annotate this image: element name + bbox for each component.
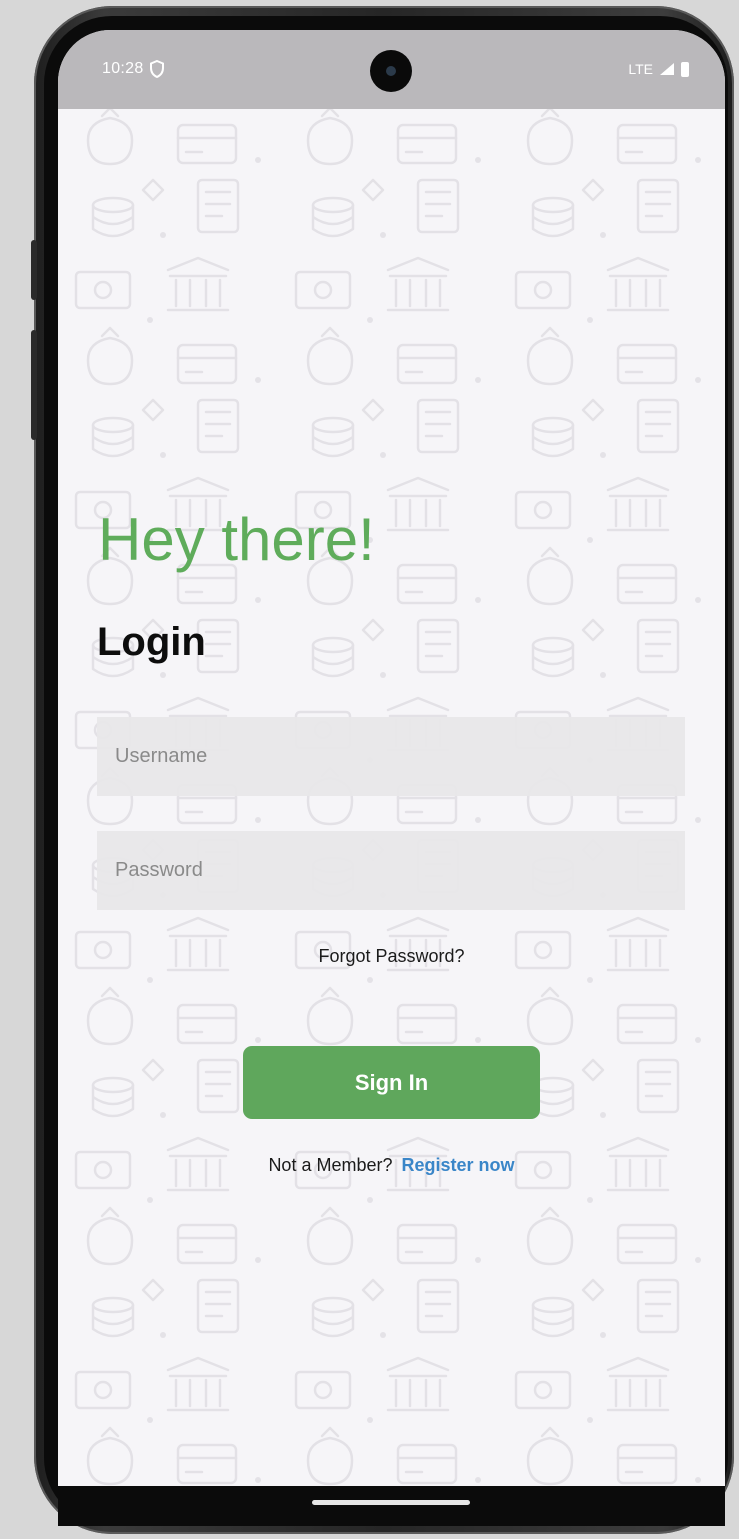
register-row: Not a Member? Register now (58, 1155, 725, 1176)
camera-lens (386, 66, 396, 76)
volume-button (31, 330, 37, 440)
login-title: Login (97, 620, 206, 664)
status-indicators: LTE (628, 60, 689, 78)
greeting-heading: Hey there! (98, 506, 375, 573)
forgot-password-link[interactable]: Forgot Password? (318, 946, 464, 966)
sign-in-button[interactable]: Sign In (243, 1046, 540, 1119)
shield-icon (150, 60, 164, 78)
device-stage: 10:28 LTE Hey there! Login Forgot Passwo… (0, 0, 739, 1539)
status-bar: 10:28 LTE (58, 30, 725, 109)
password-input[interactable] (97, 831, 685, 910)
network-label: LTE (628, 61, 653, 77)
gesture-nav-area (58, 1486, 725, 1526)
power-button (31, 240, 37, 300)
app-screen: 10:28 LTE Hey there! Login Forgot Passwo… (58, 30, 725, 1486)
not-member-text: Not a Member? (268, 1155, 393, 1175)
front-camera (370, 50, 412, 92)
battery-icon (681, 61, 689, 77)
forgot-password-row: Forgot Password? (58, 946, 725, 967)
register-now-link[interactable]: Register now (402, 1155, 515, 1175)
username-input[interactable] (97, 717, 685, 796)
home-indicator[interactable] (312, 1500, 470, 1505)
status-time: 10:28 (102, 60, 144, 77)
signal-icon (660, 63, 674, 75)
